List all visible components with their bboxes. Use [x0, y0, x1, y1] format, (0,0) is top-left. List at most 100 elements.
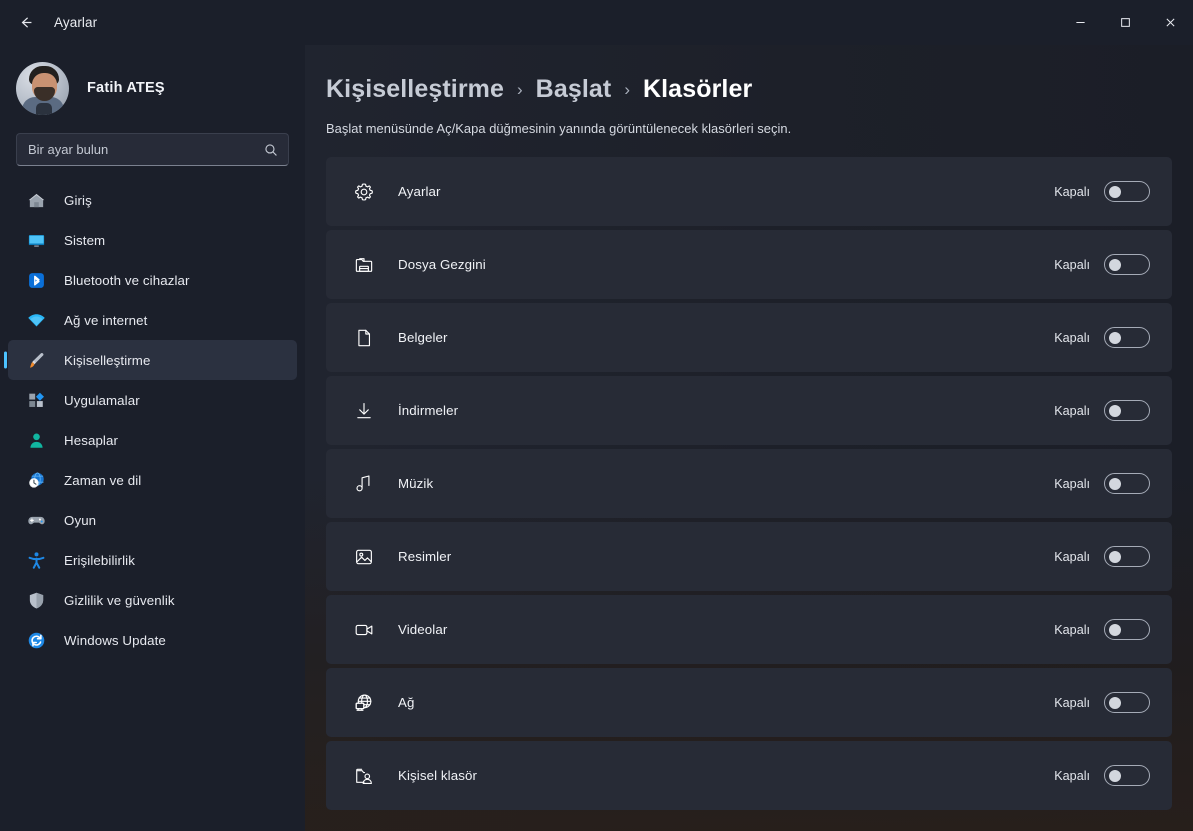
folder-row[interactable]: İndirmeler Kapalı [326, 376, 1172, 445]
search-box[interactable] [16, 133, 289, 166]
close-icon [1165, 17, 1176, 28]
network-globe-icon [353, 692, 375, 714]
folder-row[interactable]: AğKapalı [326, 668, 1172, 737]
breadcrumb-link[interactable]: Kişiselleştirme [326, 75, 504, 104]
page-subtitle: Başlat menüsünde Aç/Kapa düğmesinin yanı… [326, 121, 1172, 136]
folder-row-control: Kapalı [1054, 254, 1150, 275]
sidebar-item-sistem[interactable]: Sistem [8, 220, 297, 260]
toggle-switch[interactable] [1104, 327, 1150, 348]
folder-row[interactable]: Ayarlar Kapalı [326, 157, 1172, 226]
folder-row[interactable]: Dosya Gezgini Kapalı [326, 230, 1172, 299]
sidebar-item-label: Oyun [64, 513, 96, 528]
toggle-switch[interactable] [1104, 765, 1150, 786]
toggle-switch[interactable] [1104, 181, 1150, 202]
chevron-right-icon: › [517, 80, 523, 100]
paintbrush-icon [26, 350, 46, 370]
sidebar-item-label: Kişiselleştirme [64, 353, 150, 368]
sidebar-item-label: Windows Update [64, 633, 166, 648]
sidebar-item-label: Giriş [64, 193, 92, 208]
toggle-switch[interactable] [1104, 400, 1150, 421]
chevron-right-icon: › [624, 80, 630, 100]
toggle-knob [1109, 478, 1121, 490]
folder-icon [353, 254, 375, 276]
settings-window: Ayarlar Fatih ATEŞ [0, 0, 1193, 831]
back-button[interactable] [8, 8, 42, 38]
folder-row-label: İndirmeler [398, 403, 458, 418]
shield-icon [26, 590, 46, 610]
avatar [16, 62, 69, 115]
wifi-icon [26, 310, 46, 330]
folder-row-control: Kapalı [1054, 765, 1150, 786]
folder-row-label: Ayarlar [398, 184, 441, 199]
toggle-knob [1109, 624, 1121, 636]
folder-row[interactable]: Kişisel klasör Kapalı [326, 741, 1172, 810]
minimize-icon [1075, 17, 1086, 28]
sidebar-item-label: Gizlilik ve güvenlik [64, 593, 175, 608]
sidebar-item-bluetooth-ve-cihazlar[interactable]: Bluetooth ve cihazlar [8, 260, 297, 300]
sidebar-item-label: Erişilebilirlik [64, 553, 135, 568]
folder-row-label: Dosya Gezgini [398, 257, 486, 272]
folder-row[interactable]: Resimler Kapalı [326, 522, 1172, 591]
clock-globe-icon [26, 470, 46, 490]
sidebar-item-erişilebilirlik[interactable]: Erişilebilirlik [8, 540, 297, 580]
sidebar-item-hesaplar[interactable]: Hesaplar [8, 420, 297, 460]
app-title: Ayarlar [54, 15, 97, 30]
sidebar-item-windows-update[interactable]: Windows Update [8, 620, 297, 660]
sidebar-item-gizlilik-ve-güvenlik[interactable]: Gizlilik ve güvenlik [8, 580, 297, 620]
arrow-left-icon [17, 14, 34, 31]
accessibility-icon [26, 550, 46, 570]
apps-icon [26, 390, 46, 410]
breadcrumb-current: Klasörler [643, 75, 752, 104]
maximize-button[interactable] [1103, 0, 1148, 45]
toggle-knob [1109, 259, 1121, 271]
minimize-button[interactable] [1058, 0, 1103, 45]
toggle-state-label: Kapalı [1054, 404, 1090, 418]
folder-row-control: Kapalı [1054, 327, 1150, 348]
sidebar-item-label: Uygulamalar [64, 393, 140, 408]
folder-row-label: Resimler [398, 549, 451, 564]
title-bar: Ayarlar [0, 0, 1193, 45]
sidebar-item-label: Sistem [64, 233, 105, 248]
toggle-switch[interactable] [1104, 546, 1150, 567]
folder-row-label: Belgeler [398, 330, 448, 345]
toggle-state-label: Kapalı [1054, 769, 1090, 783]
toggle-state-label: Kapalı [1054, 185, 1090, 199]
sidebar-item-giriş[interactable]: Giriş [8, 180, 297, 220]
folder-row[interactable]: MüzikKapalı [326, 449, 1172, 518]
sidebar-item-kişiselleştirme[interactable]: Kişiselleştirme [8, 340, 297, 380]
user-profile[interactable]: Fatih ATEŞ [0, 45, 305, 119]
toggle-knob [1109, 186, 1121, 198]
folder-row-control: Kapalı [1054, 473, 1150, 494]
breadcrumb: Kişiselleştirme › Başlat › Klasörler [326, 75, 1172, 104]
sidebar-item-ağ-ve-internet[interactable]: Ağ ve internet [8, 300, 297, 340]
toggle-state-label: Kapalı [1054, 550, 1090, 564]
toggle-switch[interactable] [1104, 473, 1150, 494]
user-name: Fatih ATEŞ [87, 80, 165, 96]
toggle-switch[interactable] [1104, 692, 1150, 713]
gamepad-icon [26, 510, 46, 530]
sidebar-item-oyun[interactable]: Oyun [8, 500, 297, 540]
toggle-knob [1109, 697, 1121, 709]
folder-row[interactable]: Belgeler Kapalı [326, 303, 1172, 372]
toggle-knob [1109, 551, 1121, 563]
folder-row-label: Ağ [398, 695, 414, 710]
person-icon [26, 430, 46, 450]
toggle-switch[interactable] [1104, 254, 1150, 275]
home-icon [26, 190, 46, 210]
monitor-icon [26, 230, 46, 250]
sidebar-item-uygulamalar[interactable]: Uygulamalar [8, 380, 297, 420]
folder-row-label: Kişisel klasör [398, 768, 477, 783]
sidebar: Fatih ATEŞ Giriş Sistem Bluetooth ve cihaz… [0, 45, 305, 831]
breadcrumb-link[interactable]: Başlat [536, 75, 612, 104]
folder-row[interactable]: Videolar Kapalı [326, 595, 1172, 664]
close-button[interactable] [1148, 0, 1193, 45]
toggle-state-label: Kapalı [1054, 331, 1090, 345]
sidebar-item-label: Hesaplar [64, 433, 118, 448]
toggle-state-label: Kapalı [1054, 623, 1090, 637]
folder-row-control: Kapalı [1054, 400, 1150, 421]
toggle-switch[interactable] [1104, 619, 1150, 640]
folder-row-label: Videolar [398, 622, 447, 637]
sidebar-item-zaman-ve-dil[interactable]: Zaman ve dil [8, 460, 297, 500]
search-input[interactable] [17, 142, 288, 157]
folder-row-control: Kapalı [1054, 546, 1150, 567]
